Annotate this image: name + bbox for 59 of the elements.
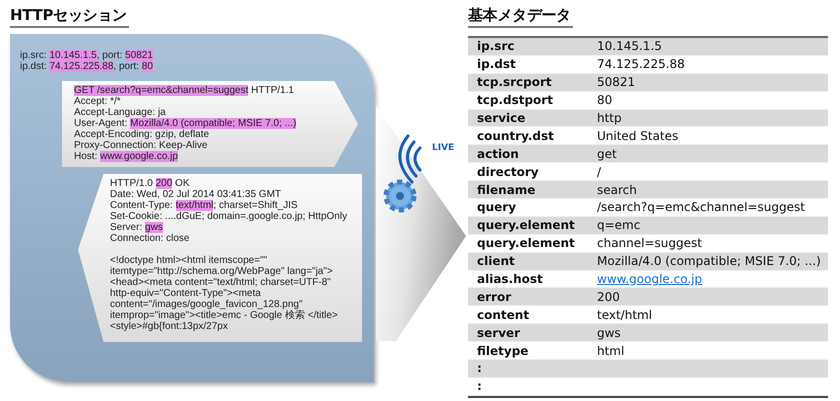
metadata-key: content: [477, 308, 597, 322]
request-line: Accept-Language: ja: [74, 107, 167, 118]
endpoint-line: ip.src: 10.145.1.5, port: 50821: [20, 50, 154, 61]
section-title: 基本メタデータ: [468, 6, 573, 28]
metadata-key: tcp.dstport: [477, 93, 597, 108]
metadata-key: country.dst: [477, 128, 597, 143]
request-line: Proxy-Connection: Keep-Alive: [74, 140, 208, 151]
metadata-key: action: [477, 146, 597, 161]
metadata-value: 80: [597, 93, 614, 108]
metadata-value: text/html: [597, 308, 654, 322]
metadata-value: Mozilla/4.0 (compatible; MSIE 7.0; ...): [597, 254, 822, 268]
metadata-value: channel=suggest: [597, 236, 703, 250]
metadata-key: query.element: [477, 218, 597, 232]
metadata-key: ip.src: [477, 39, 597, 54]
metadata-key: directory: [477, 164, 597, 179]
metadata-value: 74.125.225.88: [597, 57, 686, 72]
wireless-icon: [398, 134, 422, 184]
request-line: GET /search?q=emc&channel=suggest HTTP/1.1: [74, 85, 295, 96]
metadata-key: filetype: [477, 344, 597, 358]
metadata-value: /search?q=emc&channel=suggest: [597, 200, 806, 214]
metadata-value: gws: [597, 326, 622, 340]
response-body: <!doctype html><html itemscope="" itemtype="http://schema.org/WebPage" lang="ja"><head><meta content="text/html; charset=UTF-8" http-equiv="Content-Type"><meta content="/images/google_favicon_128.png" itemprop="image"><title>emc - Google 検索 </title><style>#gb{font:13px/27px: [110, 255, 339, 332]
metadata-value: United States: [597, 128, 680, 143]
request-line: Accept-Encoding: gzip, deflate: [74, 129, 210, 140]
section-title: HTTPセッション: [10, 6, 129, 28]
metadata-value: search: [597, 182, 638, 197]
response-line: Server: gws: [110, 222, 164, 233]
metadata-value: /: [597, 164, 602, 179]
metadata-key: ip.dst: [477, 57, 597, 72]
metadata-key: error: [477, 290, 597, 304]
response-line: Date: Wed, 02 Jul 2014 03:41:35 GMT: [110, 189, 282, 200]
request-line: Host: www.google.co.jp: [74, 151, 179, 162]
metadata-key: :: [477, 361, 597, 376]
metadata-value: 200: [597, 290, 621, 304]
response-line: HTTP/1.0 200 OK: [110, 178, 190, 189]
response-line: Content-Type: text/html; charset=Shift_JIS: [110, 200, 299, 211]
endpoint-line: ip.dst: 74.125.225.88, port: 80: [20, 61, 154, 72]
metadata-key: query: [477, 200, 597, 214]
metadata-link[interactable]: www.google.co.jp: [597, 272, 828, 286]
metadata-key: tcp.srcport: [477, 75, 597, 90]
gear-icon: [384, 180, 416, 212]
request-line: User-Agent: Mozilla/4.0 (compatible; MSIE 7.0; ...): [74, 118, 298, 129]
metadata-value: 10.145.1.5: [597, 39, 663, 54]
request-line: Accept: */*: [74, 96, 122, 107]
response-line: Set-Cookie: ....dGuE; domain=.google.co.jp; HttpOnly: [110, 211, 348, 222]
metadata-value: 50821: [597, 75, 636, 90]
response-line: Connection: close: [110, 233, 190, 244]
metadata-value: get: [597, 146, 618, 161]
metadata-key: client: [477, 254, 597, 268]
metadata-value: html: [597, 344, 626, 358]
metadata-key: filename: [477, 182, 597, 197]
metadata-key: :: [477, 379, 597, 394]
metadata-value: q=emc: [597, 218, 642, 232]
metadata-key: service: [477, 111, 597, 125]
metadata-key: query.element: [477, 236, 597, 250]
metadata-value: http: [597, 111, 623, 125]
live-label: LIVE: [432, 143, 454, 153]
metadata-key: server: [477, 326, 597, 340]
metadata-key: alias.host: [477, 272, 597, 286]
